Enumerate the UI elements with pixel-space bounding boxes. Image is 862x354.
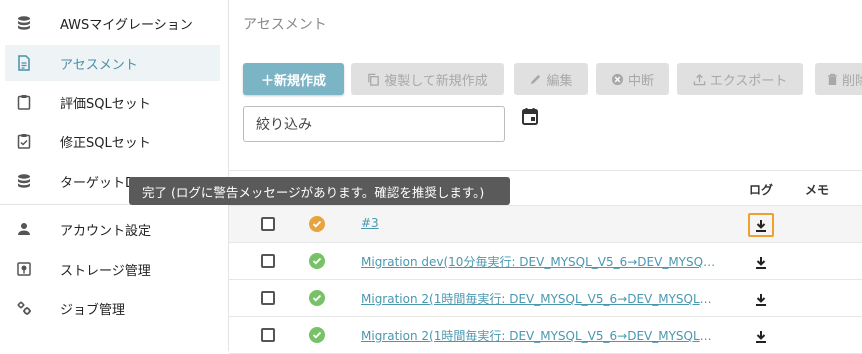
sidebar-item-storage[interactable]: ストレージ管理 [5,251,220,287]
filter-input[interactable]: 絞り込み [243,106,505,142]
main-content: アセスメント ＋新規作成 複製して新規作成 編集 中断 エクスポート 削除 絞り… [229,0,862,354]
row-checkbox[interactable] [261,254,275,268]
storage-icon [15,260,33,278]
row-name-link[interactable]: #3 [361,216,717,230]
sidebar-item-label: 評価SQLセット [60,97,151,112]
warning-status-icon[interactable] [309,216,325,232]
page-title: アセスメント [243,17,327,33]
sidebar-item-label: ジョブ管理 [60,303,126,318]
success-status-icon[interactable] [309,290,325,306]
row-name-link[interactable]: Migration dev(10分毎実行: DEV_MYSQL_V5_6→DEV… [361,253,717,270]
sidebar-item-assessment[interactable]: アセスメント [5,45,220,81]
sidebar-item-account-settings[interactable]: アカウント設定 [5,211,220,247]
row-checkbox[interactable] [261,328,275,342]
export-button[interactable]: エクスポート [677,63,803,95]
status-tooltip: 完了 (ログに警告メッセージがあります。確認を推奨します。) [129,177,510,205]
table-row[interactable]: Migration dev(10分毎実行: DEV_MYSQL_V5_6→DEV… [229,243,862,280]
cancel-circle-icon [611,73,624,85]
delete-button-label: 削除 [842,73,862,89]
sidebar-item-aws-migration[interactable]: AWSマイグレーション [5,5,220,41]
copy-new-button[interactable]: 複製して新規作成 [351,63,504,95]
download-log-button[interactable] [748,250,774,274]
clipboard-check-icon [15,132,33,150]
gears-icon [15,299,33,317]
edit-button-label: 編集 [546,73,573,89]
sidebar-item-label: アセスメント [60,58,138,73]
download-log-button[interactable] [748,287,774,311]
download-log-button[interactable] [748,213,774,237]
row-name-link[interactable]: Migration 2(1時間毎実行: DEV_MYSQL_V5_6→DEV_M… [361,327,717,344]
abort-button[interactable]: 中断 [596,63,669,95]
row-name-link[interactable]: Migration 2(1時間毎実行: DEV_MYSQL_V5_6→DEV_M… [361,290,717,307]
download-icon [756,256,766,269]
edit-button[interactable]: 編集 [514,63,588,95]
sidebar-item-fix-sql-set[interactable]: 修正SQLセット [5,123,220,159]
download-icon [756,330,766,343]
download-log-button[interactable] [748,324,774,348]
download-icon [756,219,766,232]
tooltip-text: 完了 (ログに警告メッセージがあります。確認を推奨します。) [142,184,485,200]
new-button[interactable]: ＋新規作成 [243,63,344,95]
export-button-label: エクスポート [709,73,788,89]
sidebar-item-job-management[interactable]: ジョブ管理 [5,290,220,326]
filter-placeholder: 絞り込み [256,117,312,133]
success-status-icon[interactable] [309,327,325,343]
document-icon [15,54,33,72]
copy-new-button-label: 複製して新規作成 [384,73,488,89]
sidebar-item-label: ストレージ管理 [60,264,151,279]
pencil-icon [531,74,541,84]
sidebar-item-label: アカウント設定 [60,224,152,239]
table-row[interactable]: Migration 2(1時間毎実行: DEV_MYSQL_V5_6→DEV_M… [229,280,862,317]
column-header-log[interactable]: ログ [749,181,773,198]
upload-icon [693,73,705,85]
new-button-label: ＋新規作成 [260,73,326,89]
trash-icon [827,73,838,85]
person-icon [15,220,33,238]
success-status-icon[interactable] [309,253,325,269]
calendar-icon[interactable] [521,107,541,127]
row-checkbox[interactable] [261,217,275,231]
download-icon [756,293,766,306]
column-header-memo[interactable]: メモ [805,181,829,198]
table-row[interactable]: #3 [229,206,862,243]
sidebar-item-eval-sql-set[interactable]: 評価SQLセット [5,84,220,120]
database-stack-icon [15,14,33,32]
sidebar: AWSマイグレーション アセスメント 評価SQLセット 修正SQLセット ターゲ… [0,0,229,351]
database-icon [15,172,33,190]
copy-icon [368,73,379,86]
clipboard-icon [15,93,33,111]
sidebar-item-label: AWSマイグレーション [60,18,193,33]
table-row[interactable]: Migration 2(1時間毎実行: DEV_MYSQL_V5_6→DEV_M… [229,317,862,354]
sidebar-item-label: 修正SQLセット [60,136,151,151]
abort-button-label: 中断 [627,73,654,89]
delete-button[interactable]: 削除 [815,63,862,95]
row-checkbox[interactable] [261,291,275,305]
